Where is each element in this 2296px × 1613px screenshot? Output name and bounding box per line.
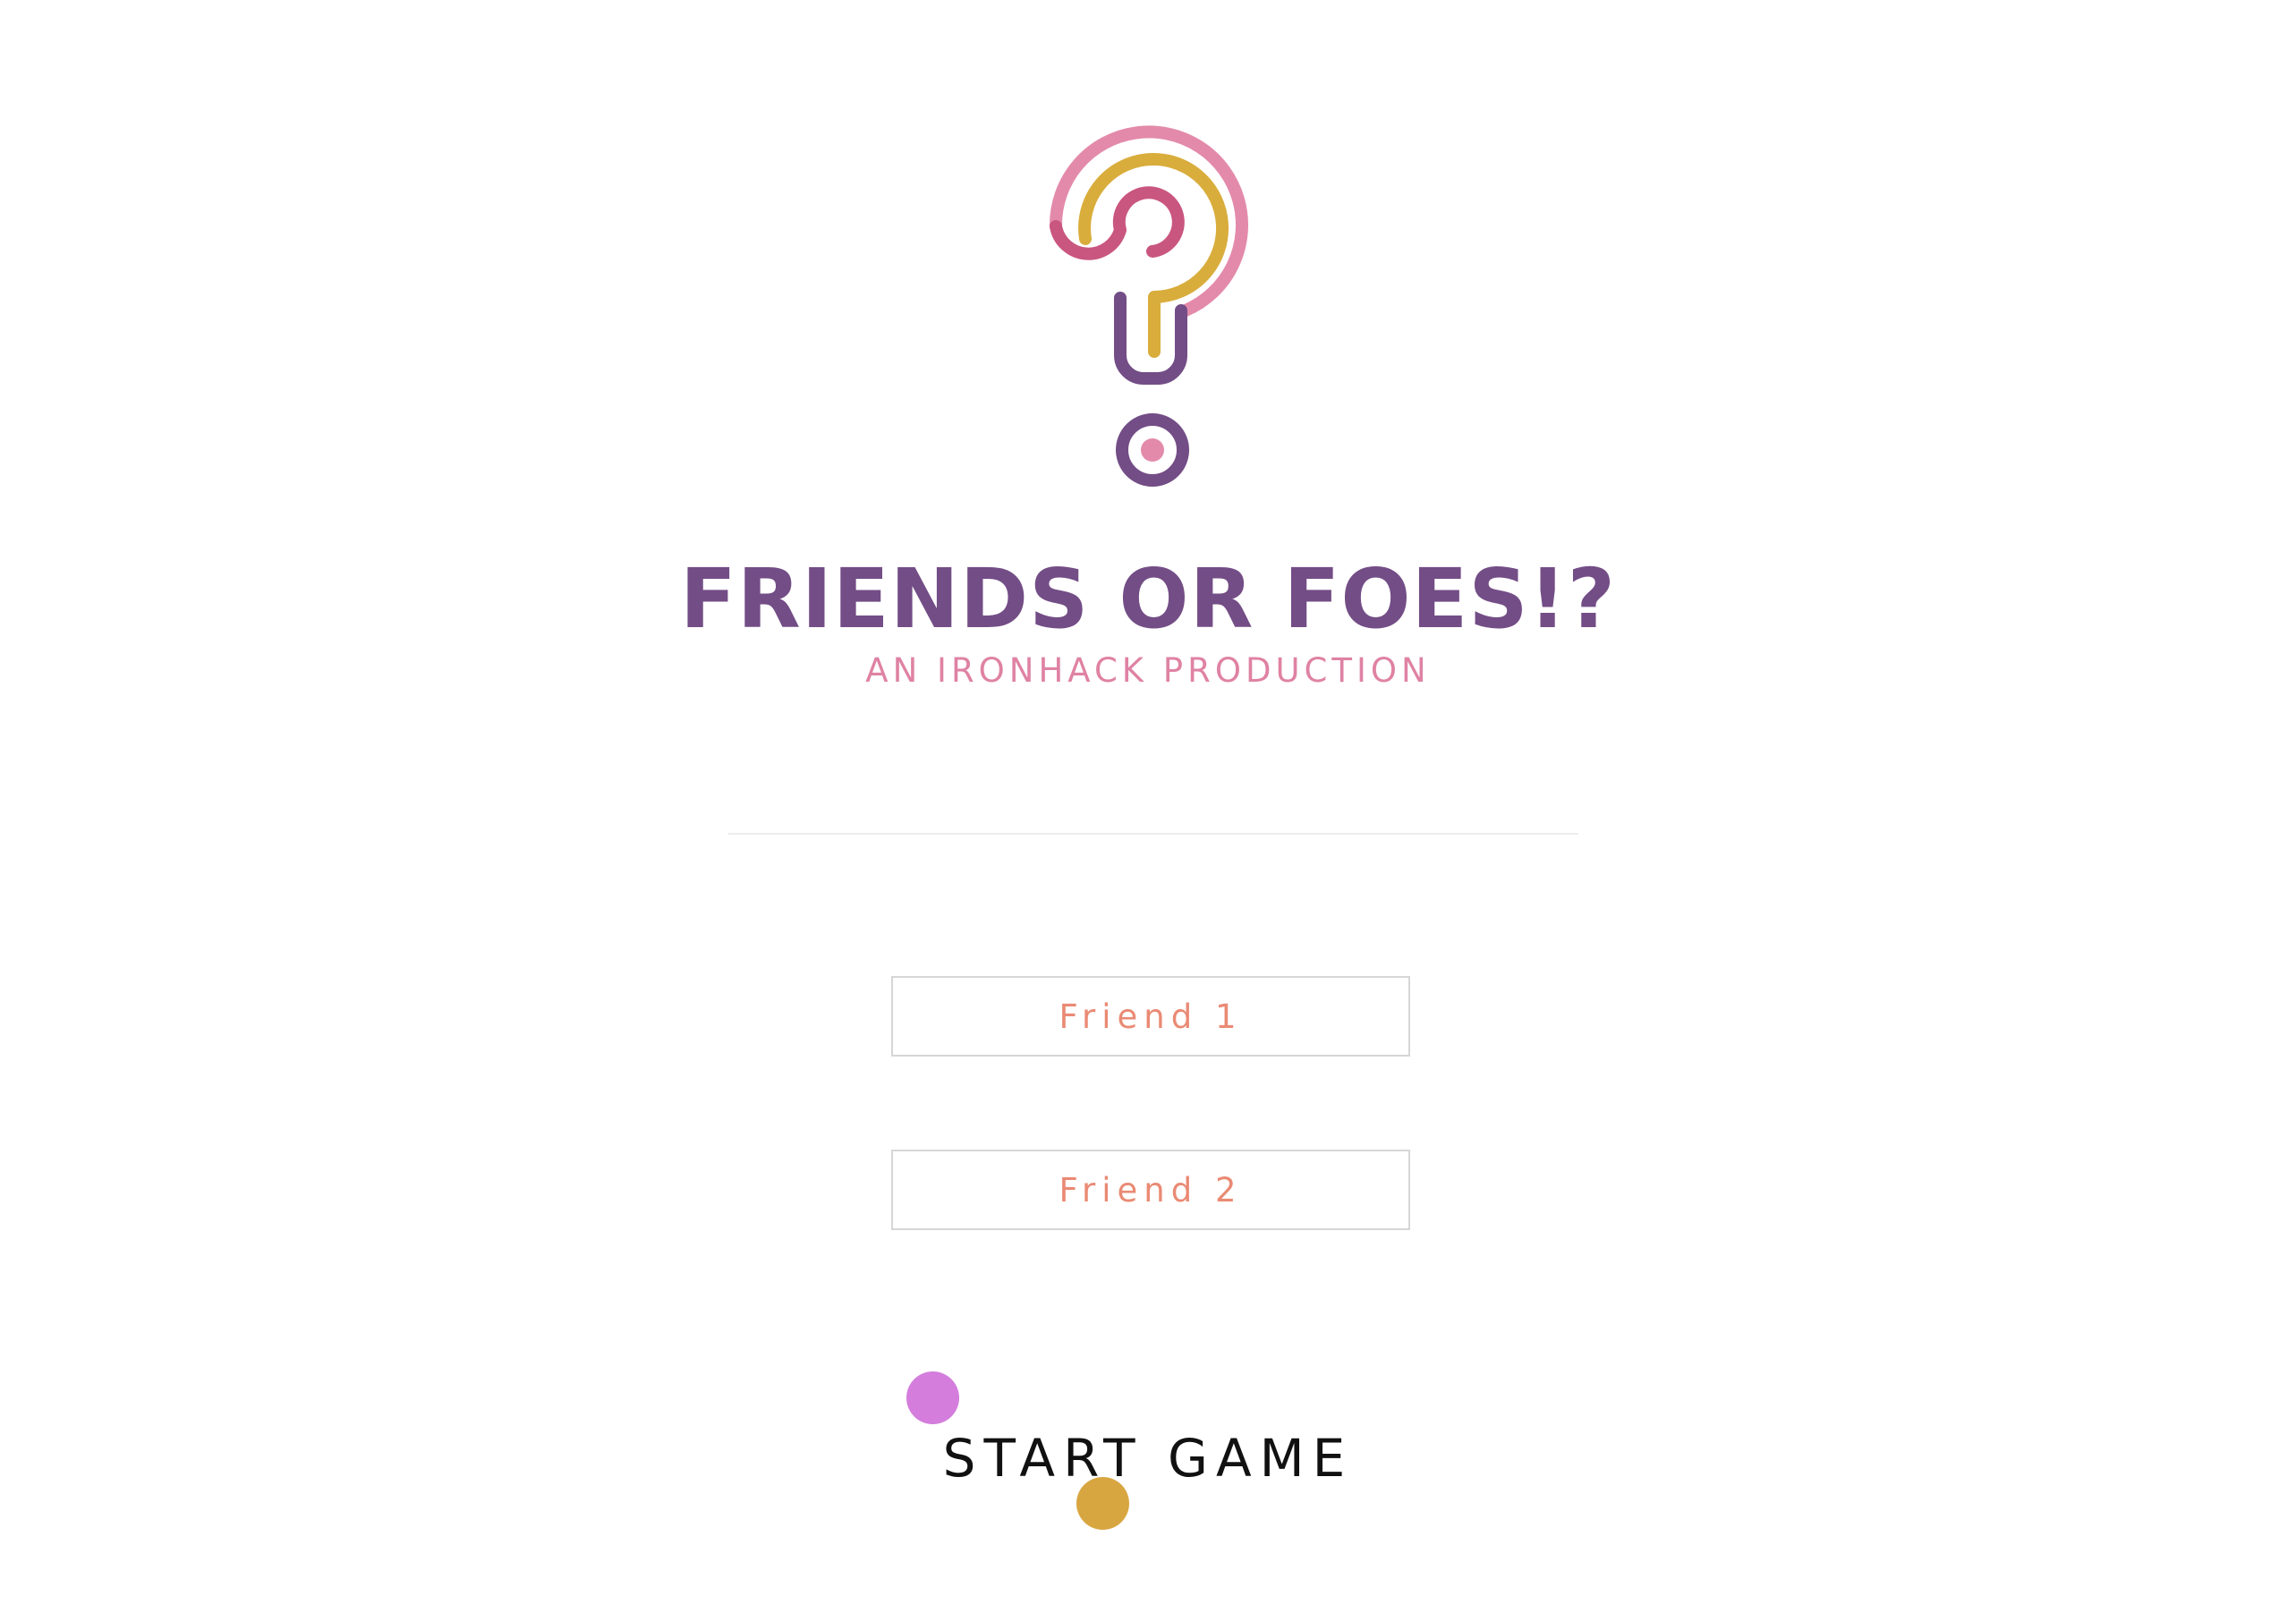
question-mark-logo-icon — [1047, 121, 1262, 497]
start-game-button[interactable]: START GAME — [0, 1422, 2296, 1494]
friend-1-input[interactable] — [891, 976, 1410, 1057]
gold-dot-icon — [1076, 1477, 1129, 1530]
friend-2-input[interactable] — [891, 1150, 1410, 1230]
divider — [728, 833, 1578, 835]
pink-dot-icon — [906, 1371, 959, 1424]
page-title: FRIENDS OR FOES!? — [680, 551, 1616, 647]
page-subtitle: AN IRONHACK PRODUCTION — [865, 651, 1431, 690]
